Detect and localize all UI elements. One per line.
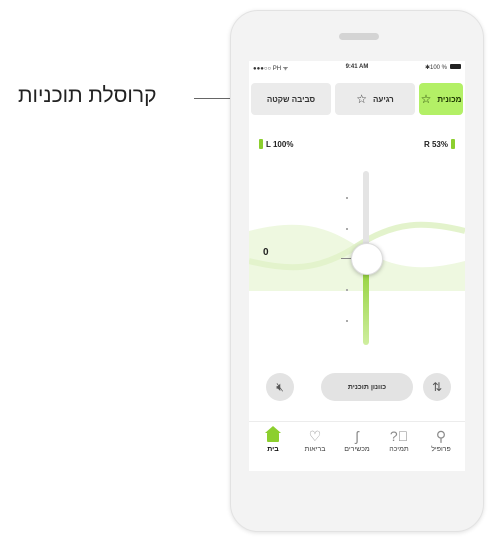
sliders-icon: ⇅ <box>431 380 443 394</box>
phone-frame: ●●●○○ PH ᯤ 9:41 AM ✱100 % מכונית ☆ רגיעה… <box>230 10 484 532</box>
nav-label: תמיכה <box>389 446 409 453</box>
nav-item-profile[interactable]: ⚲ פרופיל <box>421 427 461 453</box>
help-icon: ?⃝ <box>389 428 409 444</box>
volume-slider-handle[interactable] <box>351 243 383 275</box>
program-tab-label: סביבה שקטה <box>266 94 316 104</box>
volume-tick <box>346 228 348 230</box>
nav-item-devices[interactable]: ʃ מכשירים <box>337 427 377 453</box>
nav-item-health[interactable]: ♡ בריאות <box>295 427 335 453</box>
phone-speaker <box>339 33 379 40</box>
heart-icon: ♡ <box>308 428 322 444</box>
left-level-label: L 100% <box>266 139 294 149</box>
bottom-navigation: ⚲ פרופיל ?⃝ תמיכה ʃ מכשירים ♡ בריאות בית <box>249 423 465 471</box>
person-icon: ⚲ <box>435 428 447 444</box>
hearing-aid-icon: ʃ <box>355 428 359 444</box>
left-battery-level: L 100% <box>259 139 293 149</box>
left-battery-icon <box>259 139 263 149</box>
star-icon: ☆ <box>420 92 432 106</box>
battery-level: ✱100 % <box>424 65 447 71</box>
program-tab-label: רגיעה <box>372 94 394 104</box>
status-bar: ●●●○○ PH ᯤ 9:41 AM ✱100 % <box>249 61 465 73</box>
program-tab-quiet[interactable]: סביבה שקטה <box>251 83 331 115</box>
equalizer-button[interactable]: ⇅ <box>423 373 451 401</box>
speaker-muted-icon: 🔇︎ <box>276 379 284 394</box>
nav-label: בריאות <box>304 446 326 453</box>
right-battery-icon <box>451 139 455 149</box>
program-carousel: מכונית ☆ רגיעה ☆ סביבה שקטה <box>251 83 463 115</box>
volume-tick <box>346 197 348 199</box>
program-tab-calm[interactable]: רגיעה ☆ <box>335 83 415 115</box>
volume-tick <box>346 320 348 322</box>
nav-label: בית <box>267 446 279 453</box>
program-carousel-callout: קרוסלת תוכניות <box>18 84 157 107</box>
program-tab-label: מכונית <box>437 94 462 104</box>
star-icon: ☆ <box>356 92 367 106</box>
home-icon <box>265 426 281 442</box>
mute-button[interactable]: 🔇︎ <box>266 373 294 401</box>
right-level-label: R 53% <box>423 139 448 149</box>
app-screen: ●●●○○ PH ᯤ 9:41 AM ✱100 % מכונית ☆ רגיעה… <box>249 61 465 471</box>
right-battery-level: R 53% <box>424 139 455 149</box>
nav-divider <box>249 421 465 422</box>
program-tab-car[interactable]: מכונית ☆ <box>419 83 463 115</box>
volume-tick <box>346 289 348 291</box>
battery-icon <box>450 64 461 69</box>
program-tuning-button[interactable]: כוונון תוכנית <box>321 373 413 401</box>
nav-label: מכשירים <box>344 446 370 453</box>
nav-label: פרופיל <box>431 446 451 453</box>
nav-item-support[interactable]: ?⃝ תמיכה <box>379 427 419 453</box>
volume-value: 0 <box>263 247 269 258</box>
nav-item-home[interactable]: בית <box>253 426 293 453</box>
